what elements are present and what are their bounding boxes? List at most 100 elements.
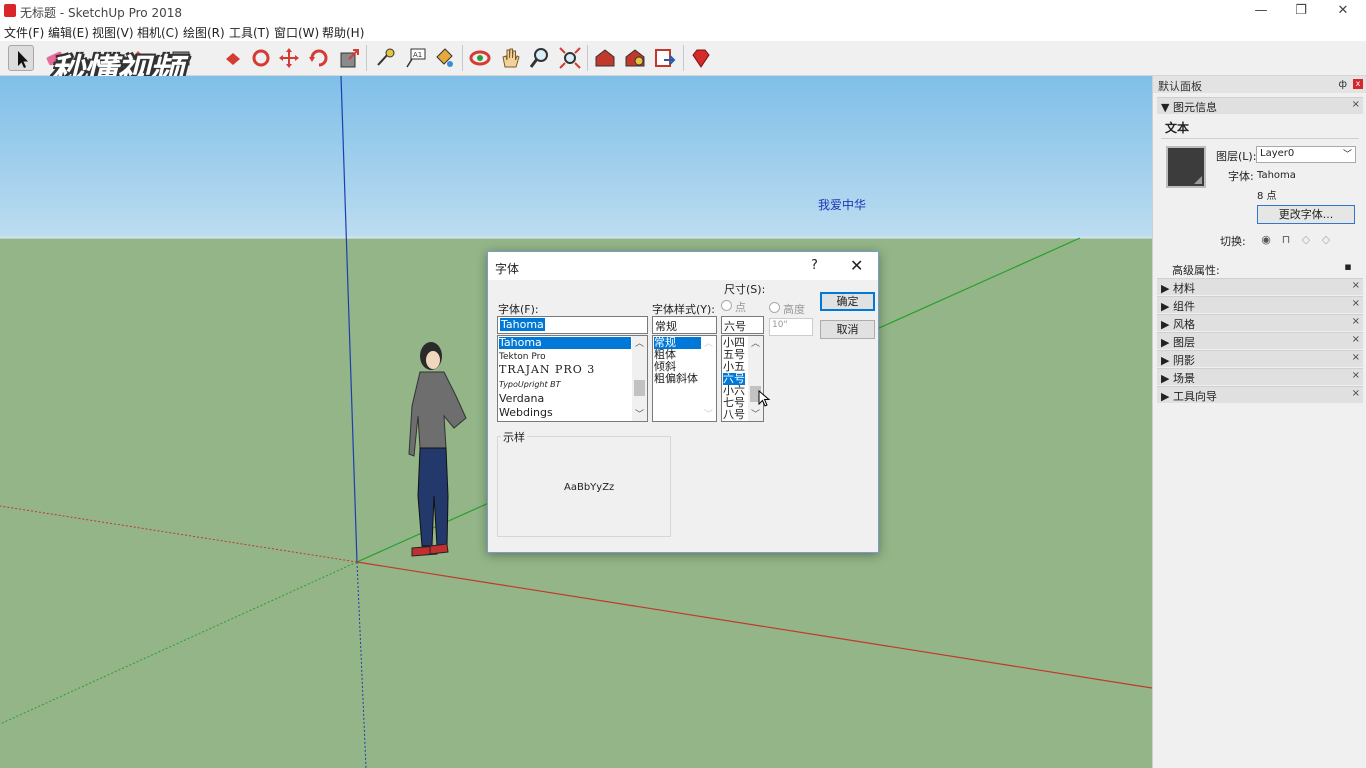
zoom-extents-tool-button[interactable] bbox=[557, 45, 583, 71]
pan-tool-button[interactable] bbox=[497, 45, 523, 71]
tray-instructor[interactable]: ▶ 工具向导 × bbox=[1157, 386, 1363, 403]
tray-materials[interactable]: ▶ 材料 × bbox=[1157, 278, 1363, 295]
height-radio[interactable] bbox=[769, 302, 780, 313]
extension-manager-button[interactable] bbox=[688, 45, 714, 71]
rotate-tool-button[interactable] bbox=[306, 45, 332, 71]
visible-eye-icon[interactable]: ◉ bbox=[1259, 234, 1273, 246]
scroll-up-icon[interactable]: ︿ bbox=[748, 336, 763, 350]
scroll-down-icon[interactable]: ﹀ bbox=[701, 407, 716, 421]
menu-tools[interactable]: 工具(T) bbox=[229, 24, 270, 41]
lock-icon[interactable]: ⊓ bbox=[1279, 234, 1293, 246]
send-to-layout-button[interactable] bbox=[652, 45, 678, 71]
scroll-down-icon[interactable]: ﹀ bbox=[748, 407, 763, 421]
text-tool-button[interactable]: A1 bbox=[403, 45, 429, 71]
menu-edit[interactable]: 编辑(E) bbox=[48, 24, 89, 41]
font-style-input[interactable]: 常规 bbox=[652, 316, 717, 334]
scale-tool-button[interactable] bbox=[337, 45, 363, 71]
scroll-down-icon[interactable]: ﹀ bbox=[632, 407, 647, 421]
move-tool-button[interactable] bbox=[276, 45, 302, 71]
cast-shadows-icon[interactable]: ◇ bbox=[1299, 234, 1313, 246]
style-list-scrollbar[interactable]: ︿ ﹀ bbox=[701, 336, 716, 421]
svg-text:A1: A1 bbox=[413, 51, 422, 59]
tray-close-icon[interactable]: × bbox=[1352, 370, 1360, 381]
tray-shadows-label: 阴影 bbox=[1172, 354, 1195, 367]
font-list-item[interactable]: Tekton Pro bbox=[499, 351, 546, 363]
font-dialog: 字体 ? ✕ 字体(F): Tahoma Tahoma Tekton Pro T… bbox=[487, 251, 879, 553]
extension-warehouse-button[interactable] bbox=[622, 45, 648, 71]
zoom-extents-icon bbox=[559, 47, 581, 69]
tray-shadows[interactable]: ▶ 阴影 × bbox=[1157, 350, 1363, 367]
layer-label: 图层(L): bbox=[1216, 150, 1257, 163]
dialog-close-icon[interactable]: ✕ bbox=[850, 256, 863, 275]
select-tool-button[interactable] bbox=[8, 45, 34, 71]
font-list-item[interactable]: Tahoma bbox=[499, 337, 631, 349]
tray-close-icon[interactable]: × bbox=[1352, 280, 1360, 291]
height-input[interactable]: 10" bbox=[769, 318, 813, 336]
extension-warehouse-icon bbox=[625, 49, 645, 67]
panel-close-icon[interactable]: x bbox=[1353, 79, 1363, 89]
receive-shadows-icon[interactable]: ◇ bbox=[1319, 234, 1333, 246]
entity-info-body: 文本 图层(L): Layer0 ﹀ 字体: Tahoma 8 点 更改字体..… bbox=[1157, 116, 1363, 284]
material-swatch[interactable] bbox=[1166, 146, 1206, 188]
scene-text-label[interactable]: 我爱中华 bbox=[818, 196, 866, 213]
swatch-corner-icon bbox=[1194, 176, 1202, 184]
tray-close-icon[interactable]: × bbox=[1352, 298, 1360, 309]
tray-close-icon[interactable]: × bbox=[1352, 352, 1360, 363]
ok-button[interactable]: 确定 bbox=[820, 292, 875, 311]
font-family-input[interactable]: Tahoma bbox=[497, 316, 648, 334]
scroll-thumb[interactable] bbox=[634, 380, 645, 396]
tray-close-icon[interactable]: × bbox=[1352, 334, 1360, 345]
help-icon[interactable]: ? bbox=[811, 258, 818, 273]
toolbar-separator bbox=[587, 45, 588, 71]
cancel-button[interactable]: 取消 bbox=[820, 320, 875, 339]
scale-figure[interactable] bbox=[408, 342, 467, 557]
font-list-item[interactable]: Verdana bbox=[499, 393, 544, 405]
tray-scenes[interactable]: ▶ 场景 × bbox=[1157, 368, 1363, 385]
font-list-item[interactable]: TRAJAN PRO 3 bbox=[499, 364, 595, 376]
offset-tool-button[interactable] bbox=[248, 45, 274, 71]
paint-bucket-tool-button[interactable] bbox=[431, 45, 457, 71]
font-list-scrollbar[interactable]: ︿ ﹀ bbox=[632, 336, 647, 421]
red-axis-line bbox=[356, 561, 1152, 689]
tape-measure-tool-button[interactable] bbox=[372, 45, 398, 71]
size-list-item[interactable]: 八号 bbox=[723, 409, 745, 421]
layer-dropdown[interactable]: Layer0 ﹀ bbox=[1256, 146, 1356, 163]
pin-icon[interactable]: ф bbox=[1338, 79, 1347, 90]
style-list-item[interactable]: 粗偏斜体 bbox=[654, 373, 698, 385]
restore-button[interactable]: ❐ bbox=[1286, 2, 1316, 20]
push-pull-tool-button[interactable] bbox=[220, 45, 246, 71]
tray-close-icon[interactable]: × bbox=[1352, 99, 1360, 110]
tray-close-icon[interactable]: × bbox=[1352, 316, 1360, 327]
scroll-up-icon[interactable]: ︿ bbox=[701, 336, 716, 350]
size-list-scrollbar[interactable]: ︿ ﹀ bbox=[748, 336, 763, 421]
close-window-button[interactable]: ✕ bbox=[1328, 2, 1358, 20]
menu-view[interactable]: 视图(V) bbox=[92, 24, 134, 41]
size-input[interactable]: 六号 bbox=[721, 316, 764, 334]
advanced-toggle-icon[interactable]: ▪ bbox=[1341, 261, 1355, 273]
menu-camera[interactable]: 相机(C) bbox=[137, 24, 179, 41]
entity-info-tray-header[interactable]: ▼ 图元信息 × bbox=[1157, 97, 1363, 114]
change-font-button[interactable]: 更改字体... bbox=[1257, 205, 1355, 224]
minimize-button[interactable]: — bbox=[1246, 2, 1276, 20]
font-family-list[interactable]: Tahoma Tekton Pro TRAJAN PRO 3 TypoUprig… bbox=[497, 335, 648, 422]
menu-draw[interactable]: 绘图(R) bbox=[183, 24, 225, 41]
tray-components[interactable]: ▶ 组件 × bbox=[1157, 296, 1363, 313]
3d-warehouse-button[interactable] bbox=[592, 45, 618, 71]
tray-close-icon[interactable]: × bbox=[1352, 388, 1360, 399]
menu-help[interactable]: 帮助(H) bbox=[322, 24, 364, 41]
tray-layers[interactable]: ▶ 图层 × bbox=[1157, 332, 1363, 349]
orbit-tool-button[interactable] bbox=[467, 45, 493, 71]
size-list[interactable]: 小四 五号 小五 六号 小六 七号 八号 ︿ ﹀ bbox=[721, 335, 764, 422]
scroll-up-icon[interactable]: ︿ bbox=[632, 336, 647, 350]
font-list-item[interactable]: TypoUpright BT bbox=[499, 379, 561, 391]
points-radio[interactable] bbox=[721, 300, 732, 311]
menu-file[interactable]: 文件(F) bbox=[4, 24, 44, 41]
font-list-item[interactable]: Webdings bbox=[499, 407, 553, 419]
font-style-list[interactable]: 常规 粗体 倾斜 粗偏斜体 ︿ ﹀ bbox=[652, 335, 717, 422]
dialog-title: 字体 bbox=[495, 262, 520, 276]
expand-triangle-icon: ▶ bbox=[1161, 372, 1173, 385]
zoom-tool-button[interactable] bbox=[527, 45, 553, 71]
expand-triangle-icon: ▶ bbox=[1161, 318, 1173, 331]
menu-window[interactable]: 窗口(W) bbox=[274, 24, 319, 41]
tray-styles[interactable]: ▶ 风格 × bbox=[1157, 314, 1363, 331]
